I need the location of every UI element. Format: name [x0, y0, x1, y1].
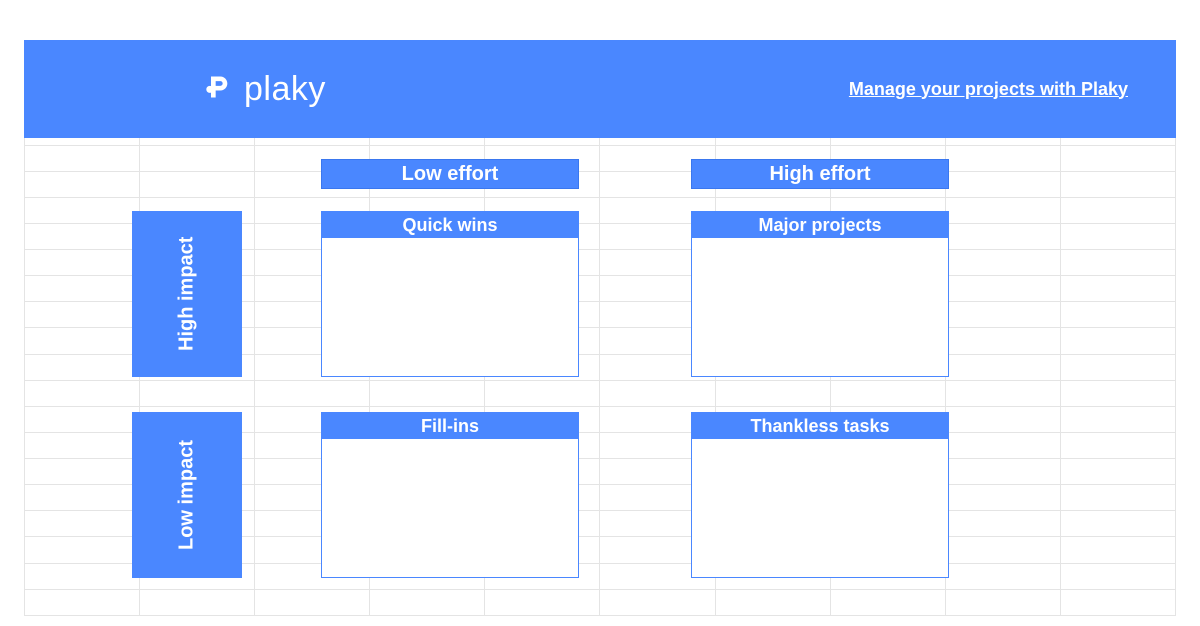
quadrant-body[interactable] — [692, 439, 948, 577]
plaky-logo-icon — [204, 73, 232, 106]
column-header-low-effort: Low effort — [321, 159, 579, 189]
quadrant-title: Fill-ins — [322, 413, 578, 439]
quadrant-title: Major projects — [692, 212, 948, 238]
quadrant-body[interactable] — [322, 238, 578, 376]
quadrant-quick-wins[interactable]: Quick wins — [321, 211, 579, 377]
quadrant-thankless-tasks[interactable]: Thankless tasks — [691, 412, 949, 578]
quadrant-body[interactable] — [692, 238, 948, 376]
quadrant-fill-ins[interactable]: Fill-ins — [321, 412, 579, 578]
row-label-low-impact: Low impact — [132, 412, 242, 578]
header-bar: plaky Manage your projects with Plaky — [24, 40, 1176, 138]
column-header-high-effort: High effort — [691, 159, 949, 189]
manage-projects-link[interactable]: Manage your projects with Plaky — [849, 79, 1128, 100]
row-label-high-impact: High impact — [132, 211, 242, 377]
quadrant-title: Quick wins — [322, 212, 578, 238]
quadrant-major-projects[interactable]: Major projects — [691, 211, 949, 377]
quadrant-title: Thankless tasks — [692, 413, 948, 439]
brand: plaky — [204, 70, 326, 109]
quadrant-body[interactable] — [322, 439, 578, 577]
brand-name: plaky — [244, 70, 326, 109]
